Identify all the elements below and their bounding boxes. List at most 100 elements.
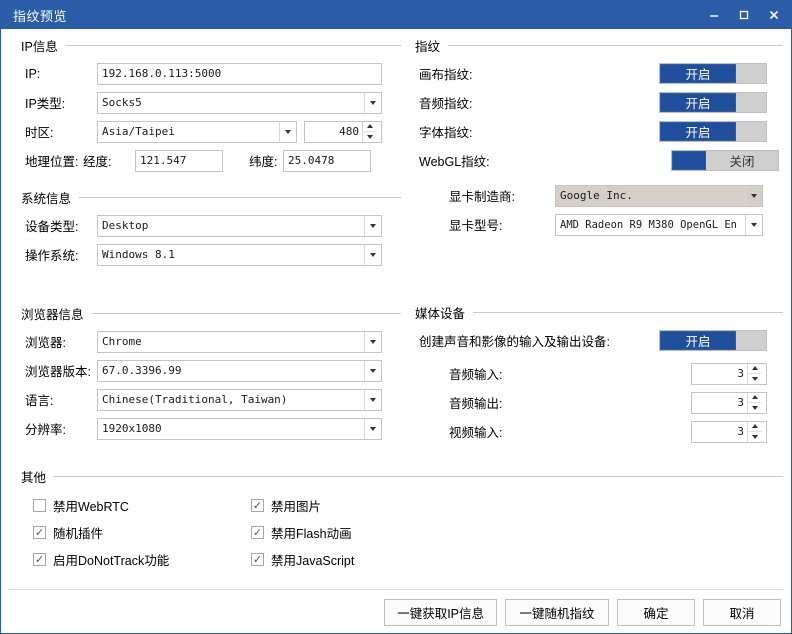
group-title-ip-info: IP信息 [21,39,58,54]
chevron-down-icon[interactable] [364,360,381,381]
checkbox-label: 禁用JavaScript [271,554,355,568]
video-input-stepper[interactable]: 3 [691,420,767,443]
chevron-down-icon[interactable] [364,244,381,265]
font-fingerprint-toggle[interactable]: 开启 [659,121,767,142]
longitude-input[interactable]: 121.547 [135,149,223,172]
ip-input[interactable]: 192.168.0.113:5000 [97,62,382,85]
group-header: 媒体设备 [405,302,783,322]
check-icon: ✓ [34,526,45,539]
chevron-down-icon[interactable] [364,389,381,410]
random-fingerprint-button[interactable]: 一键随机指纹 [505,599,609,626]
resolution-select[interactable]: 1920x1080 [97,417,382,440]
gpu-vendor-select[interactable]: Google Inc. [555,184,763,207]
checkbox-disable-javascript[interactable]: ✓ 禁用JavaScript [229,550,447,569]
audio-fingerprint-toggle[interactable]: 开启 [659,92,767,113]
stepper-arrows[interactable] [747,363,762,384]
stepper-up-icon[interactable] [748,393,762,403]
row-timezone: 时区: Asia/Taipei 480 [11,117,397,146]
row-ip: IP: 192.168.0.113:5000 [11,59,397,88]
device-type-select[interactable]: Desktop [97,214,382,237]
group-divider [473,311,783,313]
browser-version-value: 67.0.3396.99 [102,364,182,377]
checkbox-row: 禁用WebRTC ✓ 禁用图片 [11,492,779,519]
checkbox-box[interactable]: ✓ [251,553,264,566]
get-ip-info-button[interactable]: 一键获取IP信息 [384,599,497,626]
browser-select[interactable]: Chrome [97,330,382,353]
latitude-value: 25.0478 [288,154,335,167]
os-select[interactable]: Windows 8.1 [97,243,382,266]
group-divider [448,44,783,46]
timezone-label: 时区: [25,126,54,140]
group-ip-info: IP信息 IP: 192.168.0.113:5000 IP类型: Socks5 [11,35,401,179]
geo-label: 地理位置: [25,155,79,169]
stepper-down-icon[interactable] [748,431,762,442]
chevron-down-icon[interactable] [364,331,381,352]
checkbox-disable-images[interactable]: ✓ 禁用图片 [229,496,447,515]
stepper-down-icon[interactable] [748,373,762,384]
ip-type-select[interactable]: Socks5 [97,91,382,114]
audio-input-stepper[interactable]: 3 [691,362,767,385]
create-media-devices-toggle[interactable]: 开启 [659,330,767,351]
font-fingerprint-label: 字体指纹: [419,126,473,140]
chevron-down-icon[interactable] [279,121,296,142]
chevron-down-icon[interactable] [745,185,762,206]
stepper-arrows[interactable] [747,421,762,442]
toggle-knob: 开启 [660,331,736,350]
group-browser-info: 浏览器信息 浏览器: Chrome 浏览器版本: 67.0.3396.99 语言… [11,303,401,447]
resolution-value: 1920x1080 [102,422,162,435]
ip-value: 192.168.0.113:5000 [102,67,222,80]
toggle-knob: 开启 [660,93,736,112]
row-create-media-devices: 创建声音和影像的输入及输出设备: 开启 [405,326,779,355]
stepper-up-icon[interactable] [748,364,762,374]
stepper-up-icon[interactable] [363,122,377,132]
checkbox-box[interactable]: ✓ [33,553,46,566]
maximize-icon[interactable] [729,2,759,28]
stepper-arrows[interactable] [362,121,377,142]
footer-buttons: 一键获取IP信息 一键随机指纹 确定 取消 [384,599,781,626]
video-input-label: 视频输入: [449,426,503,440]
checkbox-box[interactable]: ✓ [33,526,46,539]
timezone-select[interactable]: Asia/Taipei [97,120,297,143]
group-header: 其他 [11,466,783,486]
canvas-fingerprint-toggle[interactable]: 开启 [659,63,767,84]
checkbox-random-plugins[interactable]: ✓ 随机插件 [11,523,229,542]
timezone-offset-stepper[interactable]: 480 [304,120,382,143]
stepper-down-icon[interactable] [748,402,762,413]
webgl-fingerprint-label: WebGL指纹: [419,155,490,169]
chevron-down-icon[interactable] [364,215,381,236]
group-header: 指纹 [405,35,783,55]
browser-version-select[interactable]: 67.0.3396.99 [97,359,382,382]
chevron-down-icon[interactable] [364,92,381,113]
checkbox-box[interactable]: ✓ [251,499,264,512]
audio-output-stepper[interactable]: 3 [691,391,767,414]
group-header: 浏览器信息 [11,303,401,323]
stepper-arrows[interactable] [747,392,762,413]
checkbox-box[interactable]: ✓ [251,526,264,539]
minimize-icon[interactable] [699,2,729,28]
resolution-label: 分辨率: [25,423,66,437]
checkbox-box[interactable] [33,499,46,512]
language-select[interactable]: Chinese(Traditional, Taiwan) [97,388,382,411]
row-gpu-vendor: 显卡制造商: Google Inc. [405,181,779,210]
stepper-up-icon[interactable] [748,422,762,432]
row-video-input: 视频输入: 3 [405,417,779,446]
checkbox-disable-webrtc[interactable]: 禁用WebRTC [11,496,229,515]
gpu-model-select[interactable]: AMD Radeon R9 M380 OpenGL En [555,213,763,236]
checkbox-disable-flash[interactable]: ✓ 禁用Flash动画 [229,523,447,542]
row-audio-output: 音频输出: 3 [405,388,779,417]
row-audio-fingerprint: 音频指纹: 开启 [405,88,779,117]
browser-value: Chrome [102,335,142,348]
ok-button[interactable]: 确定 [617,599,695,626]
cancel-button[interactable]: 取消 [703,599,781,626]
stepper-down-icon[interactable] [363,131,377,142]
chevron-down-icon[interactable] [364,418,381,439]
chevron-down-icon[interactable] [745,214,762,235]
latitude-input[interactable]: 25.0478 [283,149,371,172]
ip-type-label: IP类型: [25,97,66,111]
webgl-fingerprint-toggle[interactable]: 关闭 [671,150,779,171]
close-icon[interactable] [759,2,789,28]
browser-label: 浏览器: [25,336,66,350]
checkbox-enable-donottrack[interactable]: ✓ 启用DoNotTrack功能 [11,550,229,569]
fingerprint-preview-window: 指纹预览 IP信息 IP: 192.168.0.113:5000 IP类型: S… [0,0,792,634]
group-divider [91,312,401,314]
